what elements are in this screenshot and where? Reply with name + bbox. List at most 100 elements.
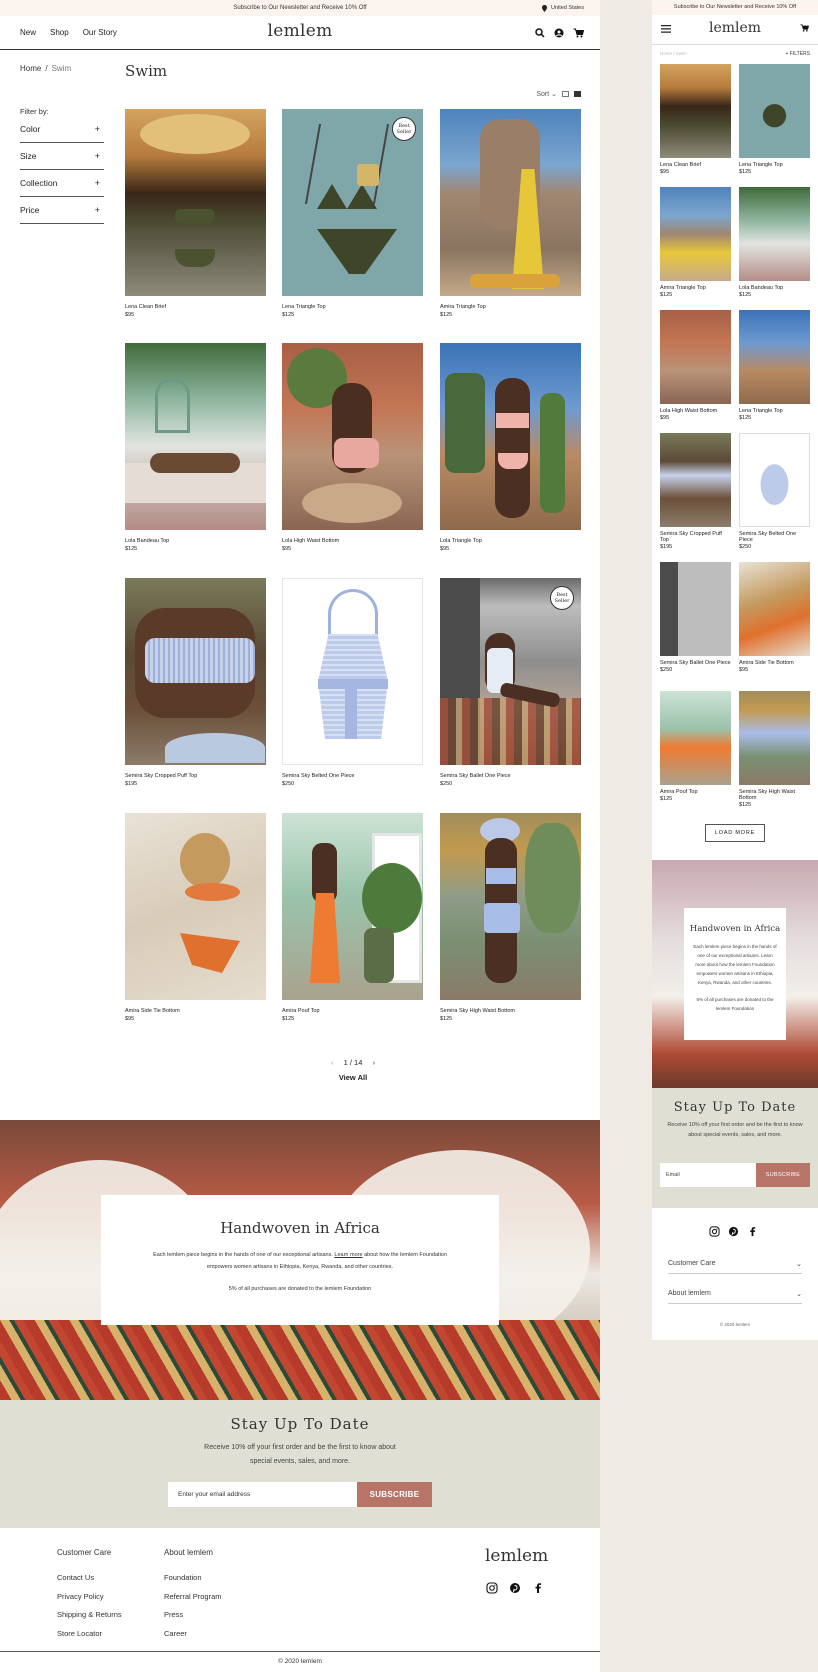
footer-logo[interactable]: lemlem	[485, 1546, 548, 1566]
product-card[interactable]: Lola Bandeau Top $125	[125, 343, 266, 552]
product-image[interactable]: Best Seller	[282, 109, 423, 296]
promo-bar[interactable]: Subscribe to Our Newsletter and Receive …	[0, 0, 600, 16]
product-name[interactable]: Semira Sky Belted One Piece	[282, 773, 423, 779]
hamburger-menu-icon[interactable]	[661, 25, 671, 33]
product-image[interactable]	[440, 343, 581, 530]
accordion-about[interactable]: About lemlem ⌄	[668, 1284, 802, 1304]
sort-dropdown[interactable]: Sort ⌄	[536, 90, 557, 98]
accordion-customer-care[interactable]: Customer Care ⌄	[668, 1254, 802, 1274]
mobile-email-input[interactable]: Email	[660, 1163, 756, 1187]
product-image[interactable]	[739, 691, 810, 785]
product-name[interactable]: Lola High Waist Bottom	[660, 408, 731, 414]
mobile-promo-bar[interactable]: Subscribe to Our Newsletter and Receive …	[652, 0, 818, 15]
product-image[interactable]	[282, 813, 423, 1000]
grid-3-view-icon[interactable]	[574, 91, 581, 97]
product-card[interactable]: Semira Sky High Waist Bottom $125	[440, 813, 581, 1022]
product-image[interactable]	[660, 691, 731, 785]
product-card[interactable]: Semira Sky Belted One Piece $250	[282, 578, 423, 787]
product-card[interactable]: Best Seller Semira Sky Ballet One Piece …	[440, 578, 581, 787]
product-image[interactable]	[125, 813, 266, 1000]
product-card[interactable]: Lena Clean Brief $95	[125, 109, 266, 318]
product-name[interactable]: Semira Sky Cropped Puff Top	[125, 773, 266, 779]
learn-more-link[interactable]: Learn more	[334, 1252, 362, 1258]
product-image[interactable]	[739, 64, 810, 158]
product-image[interactable]	[440, 109, 581, 296]
product-name[interactable]: Lena Triangle Top	[282, 304, 423, 310]
cart-icon[interactable]	[573, 28, 584, 38]
grid-2-view-icon[interactable]	[562, 91, 569, 97]
promo-text[interactable]: Subscribe to Our Newsletter and Receive …	[233, 5, 366, 11]
breadcrumb-home[interactable]: Home	[20, 64, 41, 73]
filter-price[interactable]: Price +	[20, 197, 104, 224]
product-image[interactable]: Best Seller	[440, 578, 581, 765]
product-image[interactable]	[282, 578, 423, 765]
product-name[interactable]: Lola High Waist Bottom	[282, 538, 423, 544]
product-name[interactable]: Lena Triangle Top	[739, 162, 810, 168]
product-image[interactable]	[739, 310, 810, 404]
pinterest-icon[interactable]	[728, 1226, 739, 1237]
product-name[interactable]: Amira Side Tie Bottom	[739, 660, 810, 666]
product-image[interactable]	[440, 813, 581, 1000]
product-name[interactable]: Amira Pouf Top	[660, 789, 731, 795]
filter-color[interactable]: Color +	[20, 116, 104, 143]
product-card[interactable]: Lena Triangle Top $125	[739, 64, 810, 175]
product-name[interactable]: Semira Sky Ballet One Piece	[440, 773, 581, 779]
pinterest-icon[interactable]	[509, 1582, 521, 1594]
product-card[interactable]: Amira Side Tie Bottom $95	[125, 813, 266, 1022]
product-image[interactable]	[660, 433, 731, 527]
product-card[interactable]: Lola Triangle Top $95	[440, 343, 581, 552]
product-name[interactable]: Semira Sky High Waist Bottom	[440, 1008, 581, 1014]
product-card[interactable]: Amira Side Tie Bottom $95	[739, 562, 810, 673]
product-name[interactable]: Lola Bandeau Top	[125, 538, 266, 544]
footer-link-store-locator[interactable]: Store Locator	[57, 1629, 122, 1638]
product-image[interactable]	[282, 343, 423, 530]
mobile-filters-button[interactable]: + FILTERS	[786, 51, 811, 57]
product-name[interactable]: Amira Pouf Top	[282, 1008, 423, 1014]
product-image[interactable]	[660, 562, 731, 656]
country-selector[interactable]: United States	[541, 0, 584, 16]
product-name[interactable]: Amira Triangle Top	[440, 304, 581, 310]
product-card[interactable]: Semira Sky Cropped Puff Top $195	[660, 433, 731, 550]
product-image[interactable]	[125, 578, 266, 765]
product-name[interactable]: Lena Triangle Top	[739, 408, 810, 414]
product-name[interactable]: Lola Triangle Top	[440, 538, 581, 544]
next-page-icon[interactable]: ›	[372, 1058, 375, 1067]
product-image[interactable]	[660, 310, 731, 404]
product-card[interactable]: Amira Pouf Top $125	[660, 691, 731, 802]
product-card[interactable]: Lola Bandeau Top $125	[739, 187, 810, 298]
product-image[interactable]	[125, 109, 266, 296]
nav-shop[interactable]: Shop	[50, 28, 69, 37]
footer-link-referral[interactable]: Referral Program	[164, 1592, 222, 1601]
product-card[interactable]: Amira Triangle Top $125	[660, 187, 731, 298]
product-image[interactable]	[660, 187, 731, 281]
prev-page-icon[interactable]: ‹	[331, 1058, 334, 1067]
product-name[interactable]: Lena Clean Brief	[125, 304, 266, 310]
load-more-button[interactable]: LOAD MORE	[705, 824, 765, 842]
product-name[interactable]: Lola Bandeau Top	[739, 285, 810, 291]
product-image[interactable]	[739, 433, 810, 527]
product-card[interactable]: Lola High Waist Bottom $95	[282, 343, 423, 552]
facebook-icon[interactable]	[747, 1226, 758, 1237]
subscribe-button[interactable]: SUBSCRIBE	[357, 1482, 432, 1507]
instagram-icon[interactable]	[709, 1226, 720, 1237]
product-card[interactable]: Lena Triangle Top $125	[739, 310, 810, 421]
product-image[interactable]	[660, 64, 731, 158]
product-name[interactable]: Lena Clean Brief	[660, 162, 731, 168]
product-card[interactable]: Best Seller Lena Triangle Top $125	[282, 109, 423, 318]
product-image[interactable]	[125, 343, 266, 530]
product-card[interactable]: Amira Pouf Top $125	[282, 813, 423, 1022]
instagram-icon[interactable]	[486, 1582, 498, 1594]
product-card[interactable]: Semira Sky Cropped Puff Top $195	[125, 578, 266, 787]
email-input[interactable]: Enter your email address	[168, 1482, 357, 1507]
cart-icon[interactable]	[800, 24, 809, 32]
footer-link-press[interactable]: Press	[164, 1610, 222, 1619]
product-name[interactable]: Semira Sky Belted One Piece	[739, 531, 810, 543]
product-image[interactable]	[739, 562, 810, 656]
filter-collection[interactable]: Collection +	[20, 170, 104, 197]
logo[interactable]: lemlem	[267, 21, 332, 41]
search-icon[interactable]	[535, 28, 545, 38]
filter-size[interactable]: Size +	[20, 143, 104, 170]
product-name[interactable]: Semira Sky Cropped Puff Top	[660, 531, 731, 543]
view-all-link[interactable]: View All	[125, 1073, 581, 1082]
footer-link-foundation[interactable]: Foundation	[164, 1573, 222, 1582]
